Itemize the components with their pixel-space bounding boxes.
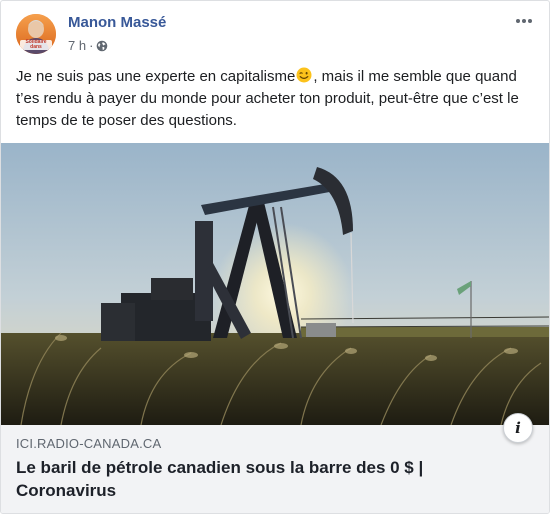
link-domain: ICI.RADIO-CANADA.CA <box>16 436 162 451</box>
link-preview-image[interactable] <box>1 143 549 425</box>
info-icon[interactable]: i <box>503 413 533 443</box>
link-title[interactable]: Le baril de pétrole canadien sous la bar… <box>16 456 496 502</box>
link-preview-footer[interactable]: ICI.RADIO-CANADA.CA Le baril de pétrole … <box>1 413 549 513</box>
post-header: Solidaire dans Manon Massé 7 h · <box>1 1 549 63</box>
avatar-caption: Solidaire dans <box>25 39 47 50</box>
post-meta: 7 h · <box>68 38 108 53</box>
facebook-post: Solidaire dans Manon Massé 7 h · Je ne s… <box>0 0 550 514</box>
globe-icon[interactable] <box>96 40 108 52</box>
meta-separator: · <box>89 38 94 53</box>
more-options-icon[interactable] <box>511 11 537 31</box>
post-text-part1: Je ne suis pas une experte en capitalism… <box>16 68 296 85</box>
author-name[interactable]: Manon Massé <box>68 14 166 31</box>
post-timestamp[interactable]: 7 h <box>68 38 86 53</box>
winking-face-emoji <box>296 67 312 83</box>
oil-pumpjack-photo <box>1 143 549 425</box>
post-text: Je ne suis pas une experte en capitalism… <box>16 66 531 132</box>
avatar[interactable]: Solidaire dans <box>16 14 56 54</box>
